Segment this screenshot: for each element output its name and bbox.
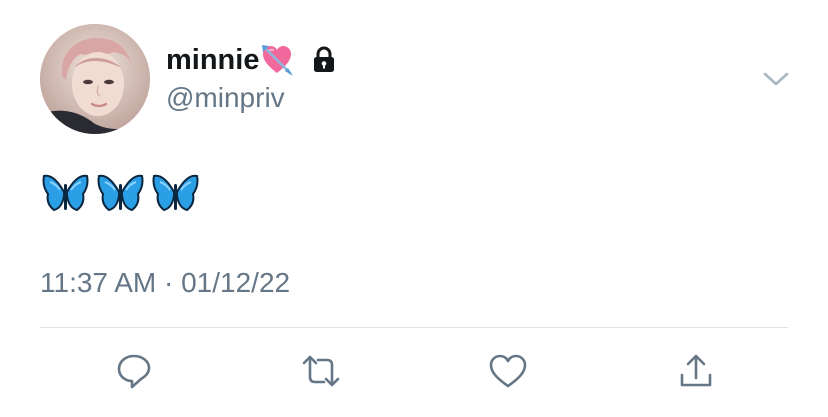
share-button[interactable] <box>675 350 717 392</box>
chevron-down-icon[interactable] <box>762 68 790 90</box>
avatar[interactable] <box>40 24 150 134</box>
divider <box>40 327 788 328</box>
butterfly-icon <box>97 174 144 212</box>
heart-with-arrow-icon <box>262 45 294 76</box>
reply-bubble-icon <box>117 354 151 389</box>
user-handle[interactable]: @minpriv <box>166 82 285 114</box>
butterfly-icon <box>152 174 199 212</box>
lock-icon <box>314 46 335 72</box>
tweet-card: minnie @minpriv 11:37 AM · 01/12/22 <box>0 0 828 417</box>
share-icon <box>680 354 712 387</box>
retweet-button[interactable] <box>300 350 342 392</box>
display-name[interactable]: minnie <box>166 44 259 77</box>
tweet-text <box>42 172 199 216</box>
heart-outline-icon <box>489 354 527 388</box>
reply-button[interactable] <box>113 350 155 392</box>
retweet-icon <box>302 355 340 387</box>
display-name-row: minnie <box>166 40 340 80</box>
tweet-timestamp[interactable]: 11:37 AM · 01/12/22 <box>40 267 290 299</box>
like-button[interactable] <box>487 350 529 392</box>
butterfly-icon <box>42 174 89 212</box>
